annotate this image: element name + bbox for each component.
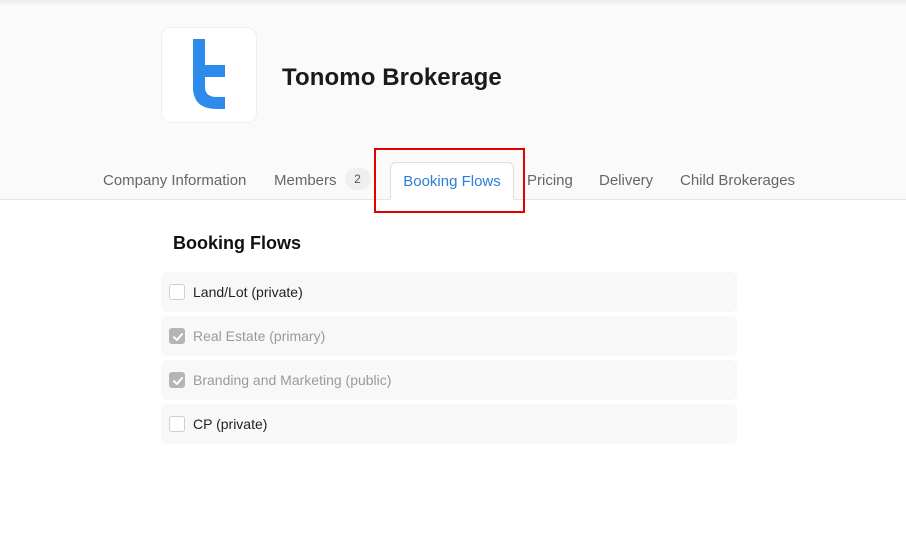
booking-flow-label: CP (private)	[193, 416, 268, 432]
booking-flow-row[interactable]: Land/Lot (private)	[161, 272, 737, 312]
booking-flow-label: Land/Lot (private)	[193, 284, 303, 300]
booking-flow-checkbox	[169, 372, 185, 388]
tab-pricing[interactable]: Pricing	[527, 160, 573, 200]
checkmark-icon	[173, 333, 183, 341]
booking-flow-row: Real Estate (primary)	[161, 316, 737, 356]
booking-flow-checkbox	[169, 328, 185, 344]
company-name: Tonomo Brokerage	[282, 64, 502, 91]
tab-label: Delivery	[599, 172, 654, 189]
tab-label: Booking Flows	[403, 173, 501, 190]
tab-delivery[interactable]: Delivery	[599, 160, 653, 200]
tab-booking-flows[interactable]: Booking Flows	[390, 162, 514, 200]
settings-tabs: Company Information Members 2 Booking Flo…	[0, 160, 906, 200]
tab-label: Child Brokerages	[680, 172, 796, 189]
section-title: Booking Flows	[173, 233, 301, 253]
booking-flow-row[interactable]: CP (private)	[161, 404, 737, 444]
tab-label: Members	[274, 172, 337, 189]
checkmark-icon	[173, 377, 183, 385]
tab-label: Pricing	[527, 172, 573, 189]
booking-flow-checkbox[interactable]	[169, 284, 185, 300]
booking-flow-label: Branding and Marketing (public)	[193, 372, 392, 388]
top-shadow	[0, 0, 906, 6]
tab-label: Company Information	[103, 172, 247, 189]
booking-flow-checkbox[interactable]	[169, 416, 185, 432]
tab-members[interactable]: Members 2	[274, 160, 371, 200]
booking-flow-row: Branding and Marketing (public)	[161, 360, 737, 400]
tonomo-t-logo-icon	[193, 39, 225, 109]
tab-company-information[interactable]: Company Information	[103, 160, 246, 200]
booking-flow-label: Real Estate (primary)	[193, 328, 326, 344]
tab-child-brokerages[interactable]: Child Brokerages	[680, 160, 795, 200]
company-logo	[161, 27, 257, 123]
members-count-badge: 2	[344, 168, 371, 191]
